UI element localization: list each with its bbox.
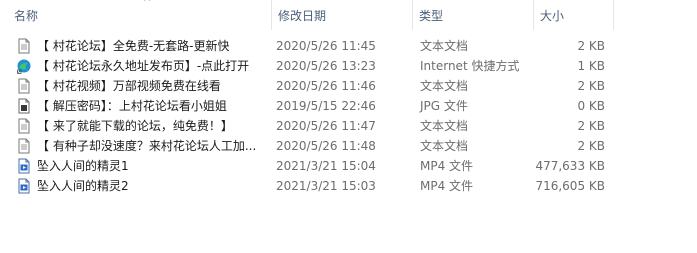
- column-header-type-label: 类型: [419, 9, 444, 23]
- sort-ascending-icon: ^: [143, 0, 152, 8]
- file-type: MP4 文件: [420, 179, 474, 193]
- file-row[interactable]: 【 村花论坛】全免费-无套路-更新快 2020/5/26 11:45 文本文档 …: [0, 36, 697, 56]
- file-explorer-list: 名称 ^ 修改日期 类型 大小 【 村花论坛】全免费-无套路-更新快 2020/…: [0, 0, 697, 253]
- file-size: 2 KB: [577, 119, 605, 133]
- file-type: 文本文档: [420, 39, 469, 53]
- file-row[interactable]: 【 来了就能下载的论坛，纯免费！】 2020/5/26 11:47 文本文档 2…: [0, 116, 697, 136]
- text-document-icon: [16, 118, 32, 134]
- file-name: 【 村花视频】万部视频免费在线看: [37, 79, 221, 93]
- file-name: 【 村花论坛永久地址发布页】-点此打开: [37, 59, 250, 73]
- file-name: 【 来了就能下载的论坛，纯免费！】: [37, 119, 233, 133]
- file-size: 477,633 KB: [535, 159, 605, 173]
- file-size: 1 KB: [577, 59, 605, 73]
- file-type: MP4 文件: [420, 159, 474, 173]
- file-name: 【 解压密码】：上村花论坛看小姐姐: [37, 99, 227, 113]
- file-date: 2020/5/26 11:46: [276, 79, 376, 93]
- video-file-icon: [16, 158, 32, 174]
- file-type: 文本文档: [420, 139, 469, 153]
- image-file-icon: [16, 98, 32, 114]
- file-list: 【 村花论坛】全免费-无套路-更新快 2020/5/26 11:45 文本文档 …: [0, 36, 697, 196]
- file-size: 716,605 KB: [535, 179, 605, 193]
- file-type: Internet 快捷方式: [420, 59, 520, 73]
- column-header-bar: 名称 ^ 修改日期 类型 大小: [0, 0, 697, 30]
- file-date: 2020/5/26 11:47: [276, 119, 376, 133]
- text-document-icon: [16, 38, 32, 54]
- file-type: 文本文档: [420, 79, 469, 93]
- file-date: 2019/5/15 22:46: [276, 99, 376, 113]
- file-row[interactable]: 坠入人间的精灵1 2021/3/21 15:04 MP4 文件 477,633 …: [0, 156, 697, 176]
- column-header-date-label: 修改日期: [278, 9, 327, 23]
- file-row[interactable]: 【 解压密码】：上村花论坛看小姐姐 2019/5/15 22:46 JPG 文件…: [0, 96, 697, 116]
- column-header-size[interactable]: 大小: [534, 0, 614, 30]
- file-name: 【 有种子却没速度？来村花论坛人工加...: [37, 139, 257, 153]
- file-type: 文本文档: [420, 119, 469, 133]
- file-size: 2 KB: [577, 39, 605, 53]
- text-document-icon: [16, 138, 32, 154]
- video-file-icon: [16, 178, 32, 194]
- file-size: 0 KB: [577, 99, 605, 113]
- file-name: 坠入人间的精灵1: [37, 159, 129, 173]
- column-header-size-label: 大小: [540, 9, 565, 23]
- file-row[interactable]: 【 有种子却没速度？来村花论坛人工加... 2020/5/26 11:48 文本…: [0, 136, 697, 156]
- column-header-date[interactable]: 修改日期: [272, 0, 413, 30]
- file-name: 【 村花论坛】全免费-无套路-更新快: [37, 39, 230, 53]
- file-type: JPG 文件: [420, 99, 468, 113]
- file-name: 坠入人间的精灵2: [37, 179, 129, 193]
- file-date: 2021/3/21 15:04: [276, 159, 376, 173]
- column-header-name[interactable]: 名称 ^: [8, 0, 272, 30]
- internet-shortcut-icon: [16, 58, 32, 74]
- file-date: 2020/5/26 13:23: [276, 59, 376, 73]
- file-date: 2021/3/21 15:03: [276, 179, 376, 193]
- column-header-name-label: 名称: [14, 9, 39, 23]
- text-document-icon: [16, 78, 32, 94]
- file-row[interactable]: 【 村花视频】万部视频免费在线看 2020/5/26 11:46 文本文档 2 …: [0, 76, 697, 96]
- file-row[interactable]: 坠入人间的精灵2 2021/3/21 15:03 MP4 文件 716,605 …: [0, 176, 697, 196]
- file-date: 2020/5/26 11:48: [276, 139, 376, 153]
- file-size: 2 KB: [577, 79, 605, 93]
- file-size: 2 KB: [577, 139, 605, 153]
- column-header-type[interactable]: 类型: [413, 0, 534, 30]
- file-date: 2020/5/26 11:45: [276, 39, 376, 53]
- file-row[interactable]: 【 村花论坛永久地址发布页】-点此打开 2020/5/26 13:23 Inte…: [0, 56, 697, 76]
